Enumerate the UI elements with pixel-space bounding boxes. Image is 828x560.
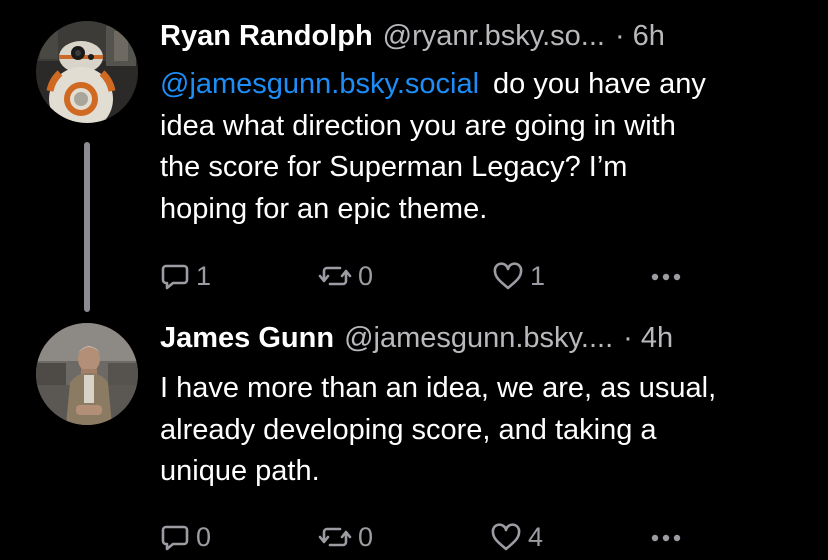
like-count: 4 [528,521,544,552]
repost-arrows-icon [318,527,352,547]
like-count: 1 [530,260,546,291]
post-text-line: already developing score, and taking a [160,413,657,446]
like-button[interactable]: 1 [492,259,545,293]
repost-count: 0 [358,521,374,552]
post-actions: 1 0 1 [160,259,700,293]
speech-bubble-icon [161,525,189,551]
post-timestamp[interactable]: 6h [633,20,665,53]
repost-button[interactable]: 0 [318,259,373,293]
reply-count: 0 [196,521,212,552]
reply-count: 1 [196,260,212,291]
post-text-line: the score for Superman Legacy? I’m [160,151,628,183]
author-handle[interactable]: @ryanr.bsky.so... [383,20,605,53]
post-text-line: I have more than an idea, we are, as usu… [160,372,717,404]
post-text-line: unique path. [160,455,320,487]
more-options-button[interactable] [650,526,682,550]
speech-bubble-icon [161,264,189,290]
person-photo-avatar-icon [36,323,138,425]
more-options-button[interactable] [650,265,682,289]
heart-icon [493,262,523,290]
post-text-line: idea what direction you are going in wit… [160,109,676,142]
post-text-line-segment: do you have any [493,68,706,100]
mention-link[interactable]: @jamesgunn.bsky.social [160,68,479,100]
post-header: James Gunn @jamesgunn.bsky.... · 4h [160,322,673,362]
heart-icon [491,523,521,551]
ellipsis-icon [651,534,681,542]
repost-arrows-icon [318,266,352,286]
post-text-line: @jamesgunn.bsky.social do you have any [160,64,800,106]
post-timestamp[interactable]: 4h [641,322,673,355]
post-ryan-randolph[interactable]: Ryan Randolph @ryanr.bsky.so... · 6h @ja… [0,0,828,320]
post-text-line: hoping for an epic theme. [160,192,488,225]
avatar-ryan-randolph[interactable] [36,21,138,123]
repost-count: 0 [358,260,374,291]
post-james-gunn[interactable]: James Gunn @jamesgunn.bsky.... · 4h I ha… [0,320,828,560]
author-handle[interactable]: @jamesgunn.bsky.... [344,322,613,355]
post-actions: 0 0 4 [160,520,700,554]
author-name[interactable]: Ryan Randolph [160,20,373,53]
like-button[interactable]: 4 [490,520,543,554]
post-text: I have more than an idea, we are, as usu… [160,368,800,493]
reply-button[interactable]: 0 [160,520,211,554]
separator-dot: · [614,20,625,52]
post-header: Ryan Randolph @ryanr.bsky.so... · 6h [160,20,665,60]
post-text: @jamesgunn.bsky.social do you have any id… [160,64,800,230]
repost-button[interactable]: 0 [318,520,373,554]
reply-button[interactable]: 1 [160,259,211,293]
avatar-james-gunn[interactable] [36,323,138,425]
thread-connector-line [84,142,90,312]
author-name[interactable]: James Gunn [160,322,334,355]
ellipsis-icon [651,273,681,281]
separator-dot: · [623,322,633,354]
bb8-droid-avatar-icon [36,21,138,123]
